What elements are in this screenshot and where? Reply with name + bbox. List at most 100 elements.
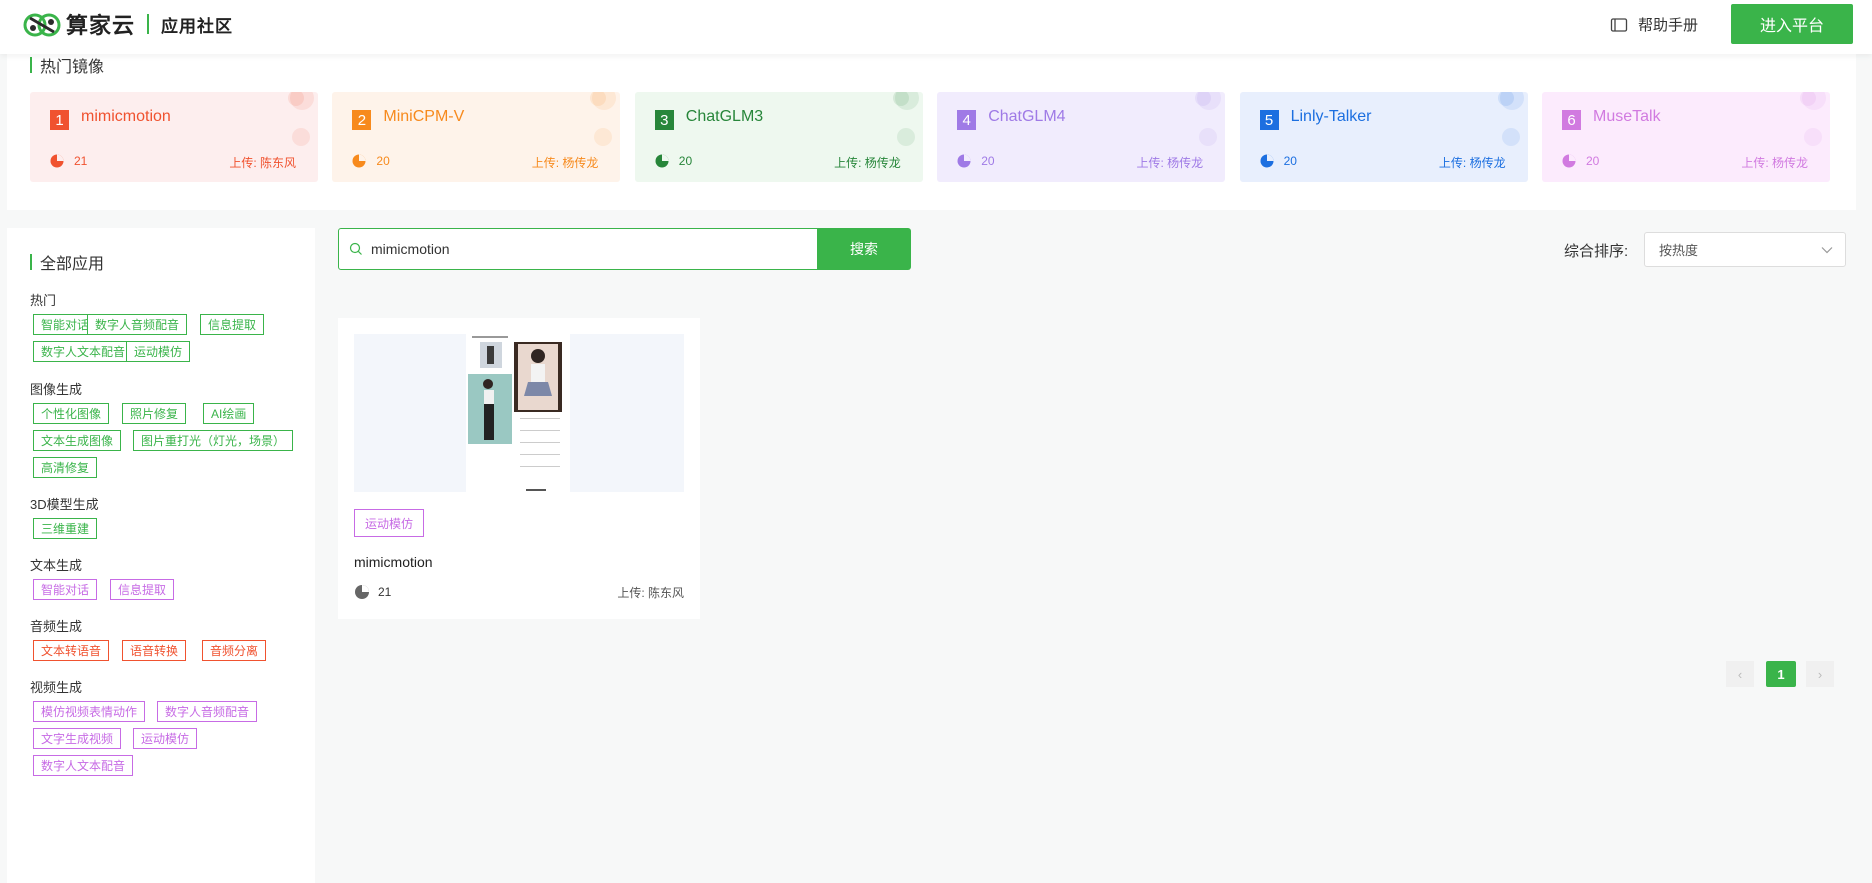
hot-image-card[interactable]: 6 MuseTalk 20 上传: 杨传龙 (1542, 92, 1830, 182)
pie-chart-icon (50, 154, 64, 168)
rank-badge: 6 (1562, 110, 1581, 130)
hot-image-uploader: 上传: 陈东风 (229, 156, 296, 170)
hot-images-title-text: 热门镜像 (40, 59, 105, 76)
thumbnail-image (466, 334, 570, 492)
all-apps-title-text: 全部应用 (40, 256, 105, 273)
rank-badge: 5 (1259, 110, 1279, 130)
hot-image-name[interactable]: mimicmotion (81, 108, 171, 126)
hot-image-name[interactable]: ChatGLM4 (988, 108, 1065, 126)
brand-subtitle: 应用社区 (161, 16, 234, 36)
rank-badge: 4 (957, 110, 977, 130)
hot-image-uploader: 上传: 杨传龙 (531, 156, 599, 170)
category-title: 音频生成 (30, 619, 83, 634)
logo-icon (23, 13, 61, 37)
category-tag[interactable]: 智能对话 (33, 579, 98, 600)
category-tag[interactable]: 运动模仿 (126, 341, 191, 362)
category-tag[interactable]: 数字人文本配音 (33, 755, 134, 776)
pie-chart-icon (957, 154, 971, 168)
hot-image-card[interactable]: 5 Linly-Talker 20 上传: 杨传龙 (1239, 92, 1528, 182)
category-tag[interactable]: 运动模仿 (133, 728, 198, 749)
hot-images-panel: 热门镜像 1 mimicmotion 21 上传: 陈东风 2 MiniCPM-V 20 上传… (7, 40, 1856, 210)
brand-name: 算家云 (66, 13, 136, 38)
hot-image-card[interactable]: 4 ChatGLM4 20 上传: 杨传龙 (937, 92, 1226, 182)
pagination-next[interactable]: › (1806, 661, 1834, 687)
hot-image-count: 21 (74, 154, 88, 168)
category-sidebar: 全部应用 热门 智能对话 数字人音频配音 信息提取 数字人文本配音 运动模仿 图像生成 个性化… (7, 228, 315, 883)
category-tag[interactable]: 照片修复 (122, 403, 187, 424)
top-header: 算家云 应用社区 帮助手册 进入平台 (0, 0, 1872, 54)
chevron-down-icon (1821, 247, 1833, 254)
hot-image-uploader: 上传: 杨传龙 (834, 156, 901, 170)
category-title: 视频生成 (30, 680, 83, 695)
section-title-bar (30, 254, 32, 270)
hot-image-count: 20 (1586, 154, 1600, 168)
rank-badge: 1 (50, 110, 69, 130)
search-box[interactable] (338, 228, 818, 270)
decor-circle (1497, 92, 1514, 106)
pie-chart-icon (1260, 154, 1274, 168)
category-tag[interactable]: 语音转换 (122, 640, 187, 661)
hot-image-name[interactable]: Linly-Talker (1291, 108, 1372, 126)
hot-image-card[interactable]: 3 ChatGLM3 20 上传: 杨传龙 (634, 92, 923, 182)
hot-image-count: 20 (1283, 154, 1297, 168)
category-tag[interactable]: 音频分离 (202, 640, 267, 661)
hot-image-name[interactable]: ChatGLM3 (686, 108, 763, 126)
section-title-bar (30, 57, 32, 73)
category-tag[interactable]: 个性化图像 (33, 403, 110, 424)
category-title: 热门 (30, 293, 57, 308)
rank-badge: 3 (654, 110, 674, 130)
category-tag[interactable]: 图片重打光（灯光，场景） (133, 430, 294, 451)
category-tag[interactable]: 信息提取 (110, 579, 175, 600)
pie-chart-icon (352, 154, 366, 168)
search-button[interactable]: 搜索 (817, 228, 911, 270)
hot-image-count: 20 (376, 154, 390, 168)
category-title: 图像生成 (30, 382, 83, 397)
category-tag[interactable]: 文本生成图像 (33, 430, 122, 451)
search-icon (349, 242, 362, 255)
hot-image-count: 20 (678, 154, 693, 168)
logo[interactable]: 算家云 应用社区 (22, 8, 233, 40)
hot-image-name[interactable]: MuseTalk (1593, 108, 1661, 126)
sort-selected-value: 按热度 (1659, 243, 1699, 258)
pie-chart-icon (1562, 154, 1576, 168)
category-tag[interactable]: 文本转语音 (33, 640, 110, 661)
result-count: 21 (378, 585, 392, 599)
hot-image-card[interactable]: 2 MiniCPM-V 20 上传: 杨传龙 (332, 92, 621, 182)
sort-select[interactable]: 按热度 (1644, 232, 1846, 267)
category-title: 文本生成 (30, 558, 83, 573)
pagination-page-1[interactable]: 1 (1766, 661, 1796, 687)
decor-circle (1501, 128, 1520, 146)
result-tag[interactable]: 运动模仿 (354, 509, 425, 537)
search-input[interactable] (371, 241, 771, 257)
enter-platform-button[interactable]: 进入平台 (1731, 4, 1853, 44)
hot-image-uploader: 上传: 杨传龙 (1438, 156, 1506, 170)
category-tag[interactable]: 数字人音频配音 (157, 701, 258, 722)
help-manual-link[interactable]: 帮助手册 (1610, 14, 1698, 35)
decor-circle (1199, 128, 1218, 146)
category-tag[interactable]: 数字人文本配音 (33, 341, 134, 362)
decor-circle (594, 128, 613, 146)
category-tag[interactable]: 三维重建 (33, 518, 98, 539)
hot-image-name[interactable]: MiniCPM-V (383, 108, 464, 126)
hot-images-title: 热门镜像 (30, 53, 104, 77)
category-tag[interactable]: 文字生成视频 (33, 728, 122, 749)
decor-circle (892, 92, 909, 106)
pagination-prev[interactable]: ‹ (1726, 661, 1754, 687)
category-tag[interactable]: 数字人音频配音 (87, 314, 188, 335)
pie-chart-icon (355, 585, 369, 599)
result-thumbnail (354, 334, 684, 492)
logo-divider (147, 14, 150, 34)
category-tag[interactable]: 信息提取 (200, 314, 265, 335)
category-title: 3D模型生成 (30, 497, 99, 512)
hot-image-count: 20 (981, 154, 995, 168)
result-title[interactable]: mimicmotion (354, 554, 433, 570)
sort-label: 综合排序: (1564, 243, 1629, 260)
result-card[interactable]: 运动模仿 mimicmotion 21 上传: 陈东风 (338, 318, 700, 619)
book-icon (1610, 17, 1628, 32)
hot-image-uploader: 上传: 杨传龙 (1136, 156, 1204, 170)
category-tag[interactable]: 高清修复 (33, 457, 98, 478)
rank-badge: 2 (352, 110, 372, 130)
category-tag[interactable]: AI绘画 (203, 403, 255, 424)
hot-image-card[interactable]: 1 mimicmotion 21 上传: 陈东风 (30, 92, 318, 182)
category-tag[interactable]: 模仿视频表情动作 (33, 701, 146, 722)
